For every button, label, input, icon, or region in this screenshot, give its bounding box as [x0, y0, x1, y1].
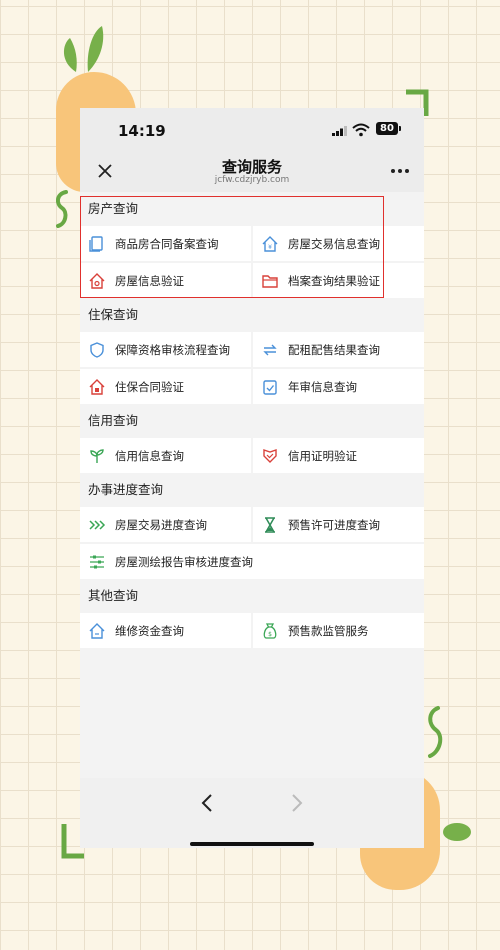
- service-item-label: 维修资金查询: [115, 623, 184, 638]
- page-url: jcfw.cdzjryb.com: [214, 175, 290, 185]
- leaf-decoration-icon: [443, 823, 471, 841]
- clipboard-check-icon: [263, 379, 277, 395]
- service-item-label: 房屋交易进度查询: [115, 517, 207, 532]
- highlight-box: [80, 196, 384, 298]
- phone-screen: 14:19 80 查询服务 jcfw.cdzjryb.com 房产查询 商品房合…: [80, 108, 424, 848]
- section-grid-progress: 房屋交易进度查询 预售许可进度查询 房屋测绘报告审核进度查询: [80, 507, 424, 579]
- shield-icon: [90, 341, 104, 358]
- service-item-credit-certificate[interactable]: 信用证明验证: [253, 438, 424, 473]
- service-item-label: 房屋测绘报告审核进度查询: [115, 554, 253, 569]
- page-title: 查询服务: [221, 158, 282, 176]
- section-grid-other: 维修资金查询 $ 预售款监管服务: [80, 613, 424, 648]
- service-item-label: 信用证明验证: [288, 448, 357, 463]
- forward-icon[interactable]: [286, 792, 306, 814]
- signal-icon: [332, 126, 347, 136]
- section-title-other: 其他查询: [88, 588, 139, 603]
- exchange-icon: [263, 344, 277, 355]
- battery-tip: [399, 126, 401, 131]
- sliders-icon: [90, 555, 104, 568]
- service-item-maintenance-fund[interactable]: 维修资金查询: [80, 613, 251, 648]
- badge-icon: [263, 448, 277, 463]
- service-item-rental-result[interactable]: 配租配售结果查询: [253, 332, 424, 367]
- money-bag-icon: $: [263, 622, 277, 639]
- section-grid-housing-security: 保障资格审核流程查询 配租配售结果查询 住保合同验证 年审信息查询: [80, 332, 424, 404]
- squiggle-decoration-icon: [55, 190, 68, 228]
- service-item-label: 预售款监管服务: [288, 623, 369, 638]
- house-money-icon: [89, 622, 105, 639]
- section-title-housing-security: 住保查询: [88, 307, 139, 322]
- section-grid-credit: 信用信息查询 信用证明验证: [80, 438, 424, 473]
- browser-toolbar: [80, 778, 424, 848]
- service-item-label: 保障资格审核流程查询: [115, 342, 230, 357]
- service-item-presale-progress[interactable]: 预售许可进度查询: [253, 507, 424, 542]
- service-item-survey-report-progress[interactable]: 房屋测绘报告审核进度查询: [80, 544, 424, 579]
- back-icon[interactable]: [198, 792, 218, 814]
- squiggle-decoration-icon: [428, 706, 443, 758]
- service-item-contract-verify[interactable]: 住保合同验证: [80, 369, 251, 404]
- nav-bar: 查询服务 jcfw.cdzjryb.com: [80, 154, 424, 192]
- service-item-transaction-progress[interactable]: 房屋交易进度查询: [80, 507, 251, 542]
- wifi-icon: [352, 123, 370, 137]
- battery-indicator: 80: [376, 122, 398, 135]
- service-item-credit-info[interactable]: 信用信息查询: [80, 438, 251, 473]
- house-doc-icon: [89, 378, 105, 395]
- more-options-icon[interactable]: [390, 166, 410, 176]
- section-title-credit: 信用查询: [88, 413, 139, 428]
- status-time: 14:19: [118, 122, 166, 140]
- section-title-progress: 办事进度查询: [88, 482, 164, 497]
- chevrons-right-icon: [89, 519, 106, 530]
- svg-text:$: $: [268, 631, 272, 638]
- service-item-label: 住保合同验证: [115, 379, 184, 394]
- sprout-icon: [90, 448, 104, 463]
- hourglass-icon: [265, 516, 275, 533]
- service-item-label: 预售许可进度查询: [288, 517, 380, 532]
- service-item-label: 配租配售结果查询: [288, 342, 380, 357]
- service-item-label: 信用信息查询: [115, 448, 184, 463]
- service-item-annual-review[interactable]: 年审信息查询: [253, 369, 424, 404]
- service-item-presale-fund-supervision[interactable]: $ 预售款监管服务: [253, 613, 424, 648]
- home-indicator[interactable]: [190, 842, 314, 846]
- status-bar: 14:19 80: [80, 108, 424, 154]
- service-item-label: 年审信息查询: [288, 379, 357, 394]
- service-item-eligibility-review[interactable]: 保障资格审核流程查询: [80, 332, 251, 367]
